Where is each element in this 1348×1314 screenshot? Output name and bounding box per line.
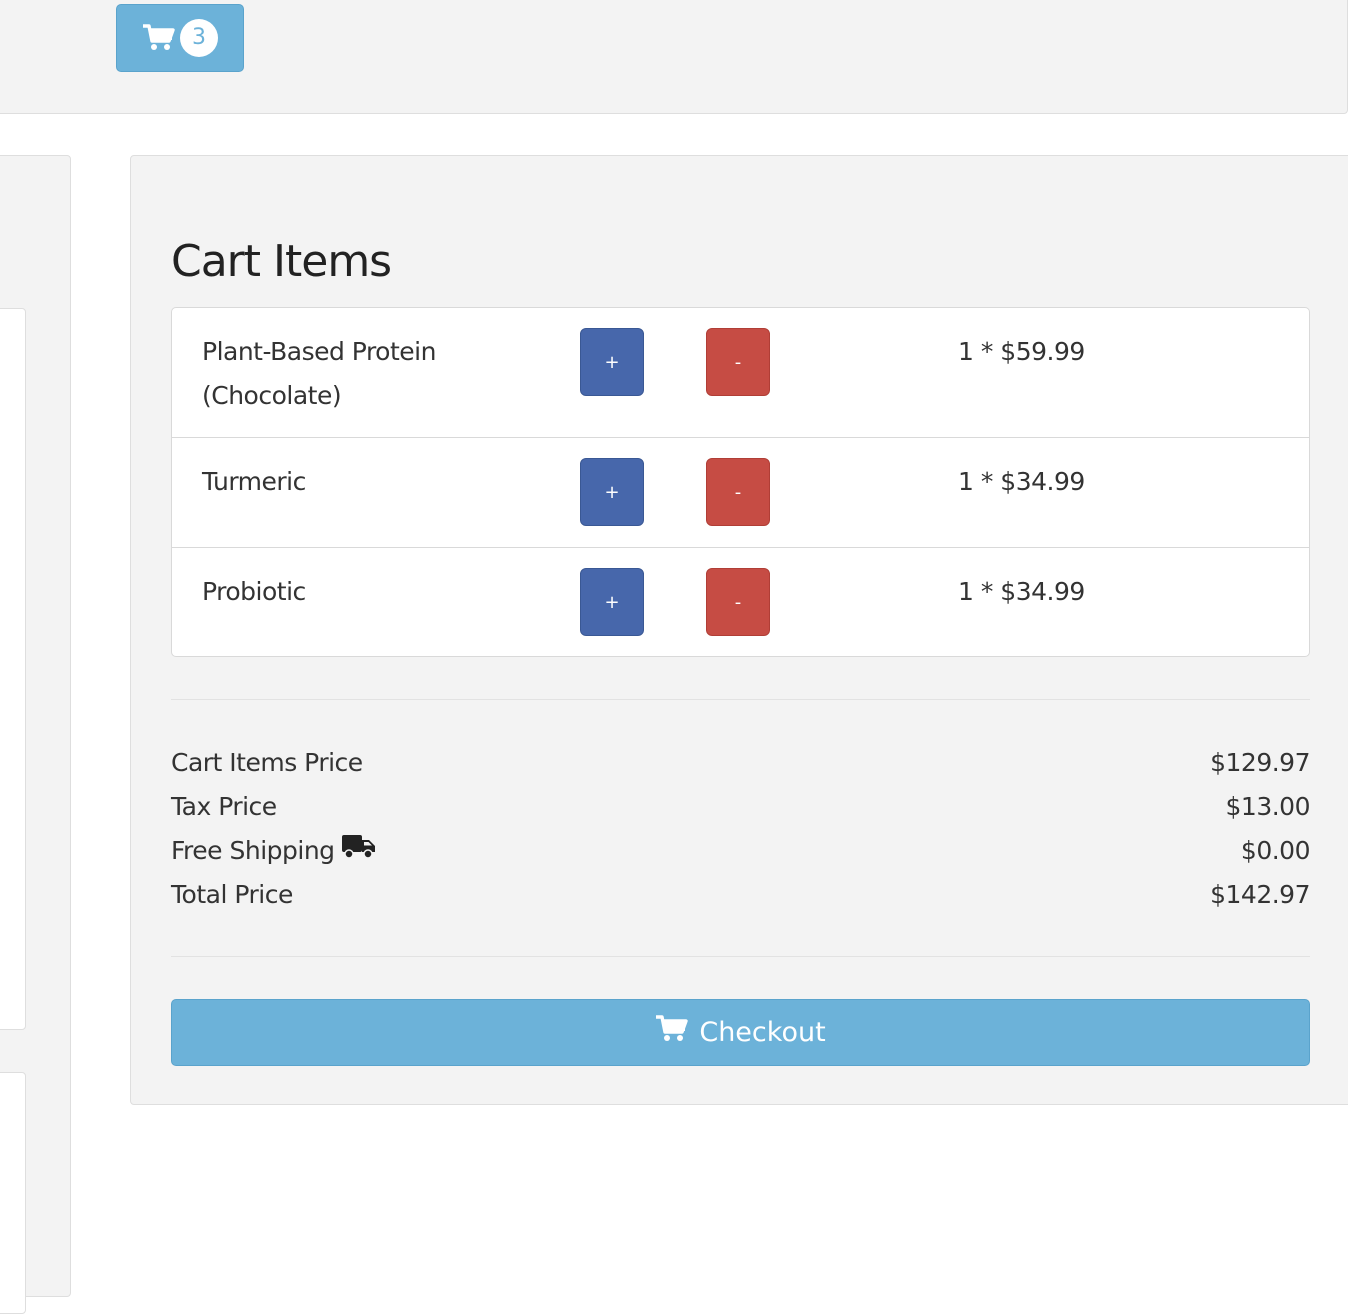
cart-item-row: Probiotic + - 1 * $34.99: [172, 548, 1309, 656]
item-name: Probiotic: [202, 577, 306, 606]
cart-items-price-label: Cart Items Price: [171, 747, 363, 777]
divider: [171, 956, 1310, 957]
summary-row: Free Shipping $0.00: [171, 828, 1311, 872]
left-sidebar-panel: [0, 155, 71, 1314]
shipping-price-value: $0.00: [1240, 835, 1311, 865]
summary-row: Tax Price $13.00: [171, 784, 1311, 828]
cart-items-price-value: $129.97: [1210, 747, 1310, 777]
increase-quantity-button[interactable]: +: [580, 568, 644, 636]
tax-price-value: $13.00: [1225, 791, 1311, 821]
checkout-label: Checkout: [699, 1017, 826, 1048]
item-name: Turmeric: [202, 467, 306, 496]
total-price-value: $142.97: [1210, 879, 1310, 909]
shipping-label-group: Free Shipping: [171, 833, 377, 867]
cart-panel: Cart Items Plant-Based Protein (Chocolat…: [130, 155, 1348, 1105]
item-name: Plant-Based Protein (Chocolate): [202, 337, 436, 410]
checkout-button[interactable]: Checkout: [171, 999, 1310, 1066]
decrease-quantity-button[interactable]: -: [706, 458, 770, 526]
cart-button[interactable]: 3: [116, 4, 244, 72]
price-summary: Cart Items Price $129.97 Tax Price $13.0…: [171, 740, 1311, 916]
cart-items-list: Plant-Based Protein (Chocolate) + - 1 * …: [171, 307, 1310, 657]
total-price-label: Total Price: [171, 879, 293, 909]
cart-count-badge: 3: [180, 19, 218, 57]
increase-quantity-button[interactable]: +: [580, 458, 644, 526]
decrease-quantity-button[interactable]: -: [706, 568, 770, 636]
cart-icon: [655, 1015, 689, 1050]
increase-quantity-button[interactable]: +: [580, 328, 644, 396]
summary-row: Total Price $142.97: [171, 872, 1310, 916]
tax-price-label: Tax Price: [171, 791, 277, 821]
item-price: 1 * $34.99: [958, 577, 1085, 606]
decrease-quantity-button[interactable]: -: [706, 328, 770, 396]
divider: [171, 699, 1310, 700]
free-shipping-label: Free Shipping: [171, 835, 335, 865]
truck-icon: [341, 833, 377, 867]
item-price: 1 * $34.99: [958, 467, 1085, 496]
cart-item-row: Turmeric + - 1 * $34.99: [172, 438, 1309, 548]
left-sidebar-card: [0, 308, 26, 1030]
cart-icon: [142, 24, 176, 52]
summary-row: Cart Items Price $129.97: [171, 740, 1310, 784]
cart-item-row: Plant-Based Protein (Chocolate) + - 1 * …: [172, 308, 1309, 438]
cart-title: Cart Items: [171, 236, 392, 287]
item-price: 1 * $59.99: [958, 337, 1085, 366]
